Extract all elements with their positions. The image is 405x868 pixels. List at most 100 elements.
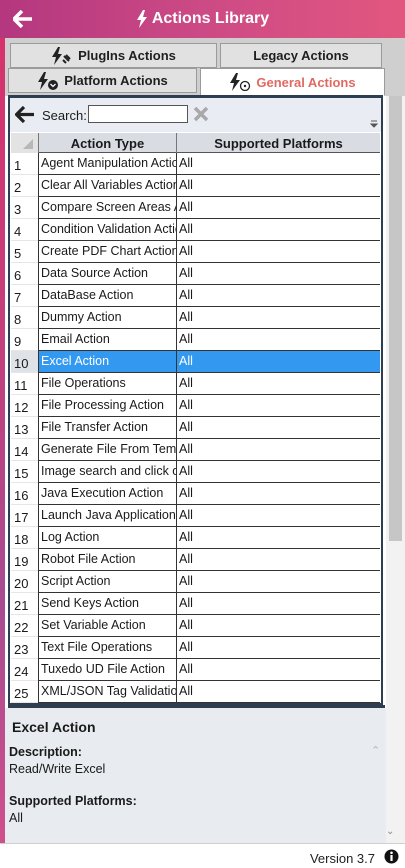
supported-platforms-cell[interactable]: All [176, 417, 380, 439]
table-row[interactable]: 8 Dummy Action All [11, 307, 380, 329]
supported-platforms-cell[interactable]: All [176, 307, 380, 329]
supported-platforms-cell[interactable]: All [176, 439, 380, 461]
description-label: Description: [9, 745, 82, 759]
table-row[interactable]: 22 Set Variable Action All [11, 615, 380, 637]
action-type-cell[interactable]: Launch Java Application [38, 505, 176, 527]
action-type-cell[interactable]: Log Action [38, 527, 176, 549]
supported-platforms-cell[interactable]: All [176, 527, 380, 549]
tab-label: PlugIns Actions [78, 48, 176, 63]
supported-platforms-cell[interactable]: All [176, 681, 380, 703]
table-row[interactable]: 24 Tuxedo UD File Action All [11, 659, 380, 681]
supported-platforms-cell[interactable]: All [176, 263, 380, 285]
action-type-cell[interactable]: Email Action [38, 329, 176, 351]
supported-platforms-cell[interactable]: All [176, 593, 380, 615]
action-type-cell[interactable]: Dummy Action [38, 307, 176, 329]
supported-platforms-cell[interactable]: All [176, 219, 380, 241]
action-type-cell[interactable]: Condition Validation Action [38, 219, 176, 241]
search-label: Search: [42, 108, 87, 123]
filter-icon[interactable] [370, 120, 378, 128]
row-number: 5 [11, 241, 38, 263]
supported-platforms-cell[interactable]: All [176, 197, 380, 219]
table-row[interactable]: 5 Create PDF Chart Action All [11, 241, 380, 263]
action-type-cell[interactable]: File Operations [38, 373, 176, 395]
supported-platforms-cell[interactable]: All [176, 571, 380, 593]
supported-platforms-cell[interactable]: All [176, 461, 380, 483]
supported-platforms-cell[interactable]: All [176, 241, 380, 263]
action-type-cell[interactable]: Text File Operations [38, 637, 176, 659]
tab-platform-actions[interactable]: Platform Actions [8, 68, 197, 93]
action-type-cell[interactable]: Script Action [38, 571, 176, 593]
chevron-down-icon[interactable]: ⌄ [386, 826, 394, 837]
action-type-cell[interactable]: Generate File From Template [38, 439, 176, 461]
column-header-supported-platforms[interactable]: Supported Platforms [176, 133, 380, 153]
details-pane: Excel Action Description: Read/Write Exc… [5, 708, 386, 843]
action-type-cell[interactable]: Clear All Variables Action [38, 175, 176, 197]
supported-platforms-cell[interactable]: All [176, 483, 380, 505]
action-type-cell[interactable]: Java Execution Action [38, 483, 176, 505]
action-type-cell[interactable]: Image search and click on [38, 461, 176, 483]
table-row[interactable]: 23 Text File Operations All [11, 637, 380, 659]
supported-platforms-cell[interactable]: All [176, 615, 380, 637]
supported-platforms-cell[interactable]: All [176, 373, 380, 395]
supported-platforms-cell[interactable]: All [176, 285, 380, 307]
supported-platforms-cell[interactable]: All [176, 351, 380, 373]
table-row[interactable]: 9 Email Action All [11, 329, 380, 351]
select-all-corner[interactable] [11, 133, 38, 153]
supported-platforms-cell[interactable]: All [176, 637, 380, 659]
action-type-cell[interactable]: Create PDF Chart Action [38, 241, 176, 263]
action-type-cell[interactable]: File Processing Action [38, 395, 176, 417]
row-number: 15 [11, 461, 38, 483]
column-header-action-type[interactable]: Action Type [38, 133, 176, 153]
x-icon[interactable] [193, 106, 209, 122]
action-type-cell[interactable]: File Transfer Action [38, 417, 176, 439]
supported-platforms-cell[interactable]: All [176, 395, 380, 417]
tab-general-actions[interactable]: General Actions [200, 68, 385, 96]
table-row[interactable]: 20 Script Action All [11, 571, 380, 593]
supported-platforms-cell[interactable]: All [176, 153, 380, 175]
supported-platforms-cell[interactable]: All [176, 329, 380, 351]
action-type-cell[interactable]: Compare Screen Areas Action [38, 197, 176, 219]
table-row[interactable]: 6 Data Source Action All [11, 263, 380, 285]
table-row[interactable]: 11 File Operations All [11, 373, 380, 395]
table-row[interactable]: 4 Condition Validation Action All [11, 219, 380, 241]
table-row[interactable]: 19 Robot File Action All [11, 549, 380, 571]
supported-platforms-cell[interactable]: All [176, 505, 380, 527]
action-type-cell[interactable]: Tuxedo UD File Action [38, 659, 176, 681]
grid-header: Action Type Supported Platforms [11, 133, 380, 153]
table-row[interactable]: 25 XML/JSON Tag Validation All [11, 681, 380, 703]
arrow-left-icon[interactable] [15, 106, 35, 123]
action-type-cell[interactable]: Agent Manipulation Action [38, 153, 176, 175]
search-input[interactable] [88, 105, 188, 123]
action-type-cell[interactable]: Robot File Action [38, 549, 176, 571]
action-type-cell[interactable]: DataBase Action [38, 285, 176, 307]
info-circle-icon[interactable] [384, 849, 399, 864]
table-row[interactable]: 12 File Processing Action All [11, 395, 380, 417]
tab-label: Legacy Actions [253, 48, 349, 63]
action-type-cell[interactable]: Send Keys Action [38, 593, 176, 615]
table-row[interactable]: 10 Excel Action All [11, 351, 380, 373]
action-type-cell[interactable]: XML/JSON Tag Validation [38, 681, 176, 703]
supported-platforms-cell[interactable]: All [176, 549, 380, 571]
supported-platforms-cell[interactable]: All [176, 659, 380, 681]
action-type-cell[interactable]: Data Source Action [38, 263, 176, 285]
supported-platforms-cell[interactable]: All [176, 175, 380, 197]
table-row[interactable]: 16 Java Execution Action All [11, 483, 380, 505]
table-row[interactable]: 18 Log Action All [11, 527, 380, 549]
table-row[interactable]: 17 Launch Java Application All [11, 505, 380, 527]
table-row[interactable]: 13 File Transfer Action All [11, 417, 380, 439]
table-row[interactable]: 3Compare Screen Areas ActionAll [11, 197, 380, 219]
row-number: 19 [11, 549, 38, 571]
table-row[interactable]: 7 DataBase Action All [11, 285, 380, 307]
action-type-cell[interactable]: Excel Action [38, 351, 176, 373]
table-row[interactable]: 21 Send Keys Action All [11, 593, 380, 615]
table-row[interactable]: 1 Agent Manipulation Action All [11, 153, 380, 175]
action-type-cell[interactable]: Set Variable Action [38, 615, 176, 637]
row-number: 17 [11, 505, 38, 527]
tab-plugins-actions[interactable]: PlugIns Actions [10, 43, 217, 68]
table-row[interactable]: 14Generate File From TemplateAll [11, 439, 380, 461]
tab-legacy-actions[interactable]: Legacy Actions [220, 43, 382, 68]
table-row[interactable]: 15 Image search and click on All [11, 461, 380, 483]
chevron-up-icon[interactable]: ⌃ [371, 744, 380, 757]
page-scrollbar-thumb[interactable] [389, 96, 402, 541]
table-row[interactable]: 2 Clear All Variables Action All [11, 175, 380, 197]
